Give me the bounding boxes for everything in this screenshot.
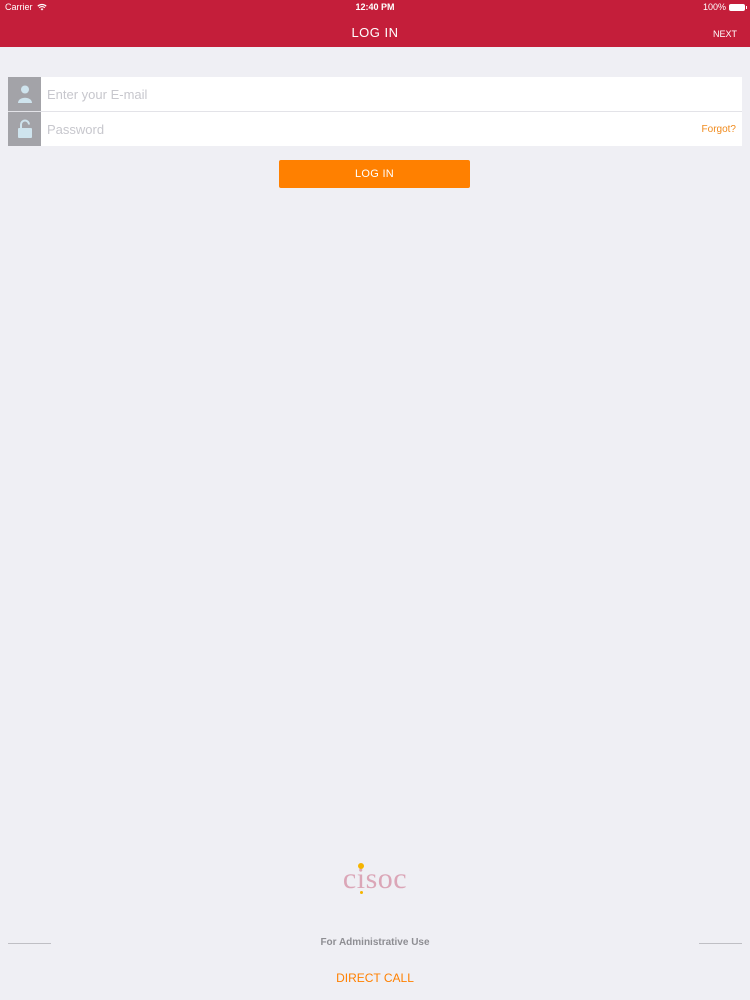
next-button[interactable]: NEXT	[713, 29, 737, 39]
login-form: Forgot?	[8, 77, 742, 146]
email-input[interactable]	[41, 77, 742, 111]
login-button[interactable]: LOG IN	[279, 160, 470, 188]
battery-icon	[729, 3, 747, 11]
forgot-password-link[interactable]: Forgot?	[702, 124, 736, 135]
page-title: LOG IN	[351, 25, 399, 40]
logo-dot-small-icon	[359, 891, 363, 894]
status-time: 12:40 PM	[355, 2, 395, 12]
password-input[interactable]	[41, 112, 742, 146]
email-row	[8, 77, 742, 111]
status-battery: 100%	[702, 2, 747, 12]
user-silhouette-icon	[17, 85, 32, 103]
logo-text-soc: soc	[365, 862, 408, 895]
user-icon	[8, 77, 41, 111]
admin-use-label: For Administrative Use	[320, 937, 430, 948]
admin-section-divider: For Administrative Use	[8, 937, 742, 951]
password-row: Forgot?	[8, 111, 742, 146]
padlock-icon	[17, 119, 32, 138]
direct-call-button[interactable]: DIRECT CALL	[0, 971, 750, 985]
divider-line-right	[699, 943, 742, 944]
lock-icon	[8, 112, 41, 146]
logo-text-i: i	[357, 862, 366, 895]
status-bar: Carrier 12:40 PM 100%	[0, 0, 750, 15]
brand-logo: ci soc	[0, 862, 750, 896]
battery-percent: 100%	[702, 2, 726, 12]
navigation-bar: LOG IN NEXT	[0, 15, 750, 47]
logo-text-c: c	[342, 862, 357, 895]
